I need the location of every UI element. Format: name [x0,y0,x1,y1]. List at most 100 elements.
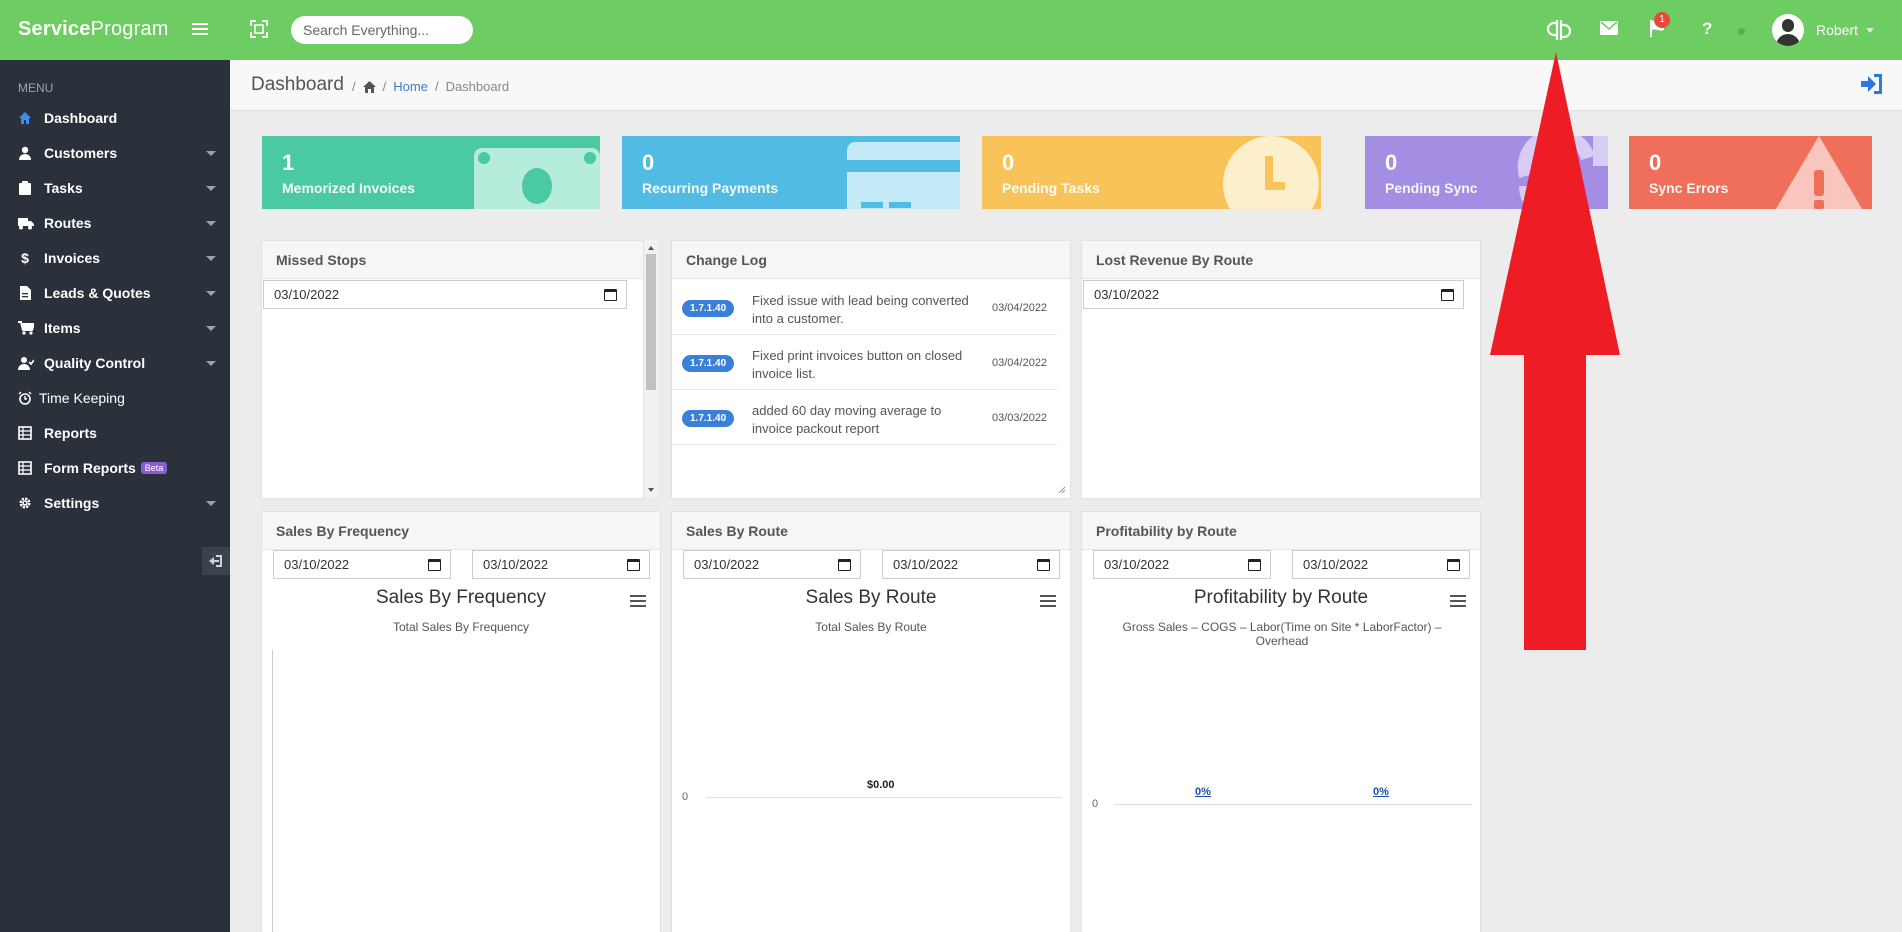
chevron-down-icon [206,221,216,226]
cart-icon [18,321,34,335]
chart-title: Sales By Route [805,587,937,608]
tile-memorized-invoices[interactable]: 1 Memorized Invoices [262,136,600,209]
resize-handle-icon[interactable] [1058,486,1066,494]
list-item: 1.7.1.40 Fixed issue with lead being con… [672,280,1057,335]
log-text: Fixed issue with lead being converted in… [752,293,969,326]
home-icon[interactable] [362,80,376,93]
chart-menu-icon[interactable] [1450,595,1466,607]
list-item: 1.7.1.40 added 60 day moving average to … [672,390,1057,445]
calendar-icon[interactable] [604,289,617,301]
warning-icon [1775,136,1863,209]
scrollbar[interactable] [644,240,658,498]
date-from-input[interactable]: 03/10/2022 [683,550,861,579]
calendar-icon[interactable] [1447,559,1460,571]
log-date: 03/04/2022 [992,357,1048,369]
calendar-icon[interactable] [838,559,851,571]
sidebar-item-label: Leads & Quotes [44,285,151,301]
sign-in-icon[interactable] [1860,73,1884,100]
fullscreen-icon[interactable] [250,20,270,40]
sidebar-item-label: Dashboard [44,110,118,126]
alarm-icon [18,391,32,405]
scroll-down-icon[interactable] [644,485,658,495]
sidebar-item-leads-quotes[interactable]: Leads & Quotes [0,278,230,308]
sidebar-item-settings[interactable]: Settings [0,488,230,518]
breadcrumb-home-link[interactable]: Home [393,79,428,94]
money-icon [474,148,600,209]
log-date: 03/03/2022 [992,412,1048,424]
collapse-sidebar-button[interactable] [202,547,230,575]
sidebar-item-time-keeping[interactable]: Time Keeping [0,383,230,413]
scrollbar-thumb[interactable] [646,254,656,390]
sales-by-route-panel: Sales By Route 03/10/2022 03/10/2022 Sal… [671,511,1071,932]
sidebar-item-items[interactable]: Items [0,313,230,343]
date-value: 03/10/2022 [1094,287,1160,302]
sidebar-item-dashboard[interactable]: Dashboard [0,103,230,133]
chevron-down-icon [1866,27,1875,33]
search-input[interactable] [291,16,473,44]
calendar-icon[interactable] [1248,559,1261,571]
date-value: 03/10/2022 [274,287,340,302]
truck-icon [18,218,34,230]
tile-label: Sync Errors [1649,180,1729,196]
sidebar-item-routes[interactable]: Routes [0,208,230,238]
log-date: 03/04/2022 [992,302,1048,314]
menu-icon[interactable] [192,21,212,41]
sidebar-item-customers[interactable]: Customers [0,138,230,168]
brand-logo[interactable]: ServiceProgram [18,18,169,41]
calendar-icon[interactable] [1037,559,1050,571]
collapse-icon [209,555,222,567]
missed-stops-panel: Missed Stops 03/10/2022 [261,240,644,499]
data-label[interactable]: 0% [1373,786,1389,798]
version-badge: 1.7.1.40 [682,410,735,427]
date-to-input[interactable]: 03/10/2022 [1292,550,1470,579]
user-check-icon [18,357,34,370]
version-badge: 1.7.1.40 [682,300,735,317]
scroll-up-icon[interactable] [644,243,658,253]
date-value: 03/10/2022 [893,557,959,572]
lost-revenue-date-input[interactable]: 03/10/2022 [1083,280,1464,309]
date-from-input[interactable]: 03/10/2022 [273,550,451,579]
gear-icon [19,497,31,509]
date-value: 03/10/2022 [1104,557,1170,572]
quickbooks-icon[interactable] [1546,19,1572,40]
sidebar-item-label: Customers [44,145,118,161]
red-arrow-annotation [1490,52,1620,650]
date-from-input[interactable]: 03/10/2022 [1093,550,1271,579]
mail-icon[interactable] [1600,21,1620,41]
chart-axis [272,650,273,932]
form-icon [18,461,32,475]
date-to-input[interactable]: 03/10/2022 [472,550,650,579]
credit-card-icon [847,142,960,209]
page-title: Dashboard [251,74,344,95]
chart-subtitle: Total Sales By Frequency [392,620,530,634]
sidebar-item-label: Routes [44,215,92,231]
calendar-icon[interactable] [627,559,640,571]
chart-baseline [706,797,1062,798]
calendar-icon[interactable] [428,559,441,571]
tile-sync-errors[interactable]: 0 Sync Errors [1629,136,1872,209]
report-icon [18,426,32,440]
tile-label: Pending Sync [1385,180,1478,196]
tile-value: 1 [282,150,295,175]
sidebar-item-reports[interactable]: Reports [0,418,230,448]
chart-menu-icon[interactable] [630,595,646,607]
chart-menu-icon[interactable] [1040,595,1056,607]
tile-pending-tasks[interactable]: 0 Pending Tasks [982,136,1321,209]
sidebar-item-form-reports[interactable]: Form Reports Beta [0,453,230,483]
user-menu[interactable]: Robert [1772,14,1875,46]
date-value: 03/10/2022 [483,557,549,572]
sidebar-item-tasks[interactable]: Tasks [0,173,230,203]
sidebar-item-invoices[interactable]: $ Invoices [0,243,230,273]
avatar [1772,14,1804,46]
sidebar-item-quality-control[interactable]: Quality Control [0,348,230,378]
calendar-icon[interactable] [1441,289,1454,301]
date-to-input[interactable]: 03/10/2022 [882,550,1060,579]
user-icon [19,146,31,160]
tile-recurring-payments[interactable]: 0 Recurring Payments [622,136,960,209]
chevron-down-icon [206,256,216,261]
help-icon[interactable]: ? [1702,19,1722,39]
chevron-down-icon [206,291,216,296]
data-label[interactable]: 0% [1195,786,1211,798]
chevron-down-icon [206,186,216,191]
missed-stops-date-input[interactable]: 03/10/2022 [263,280,627,309]
